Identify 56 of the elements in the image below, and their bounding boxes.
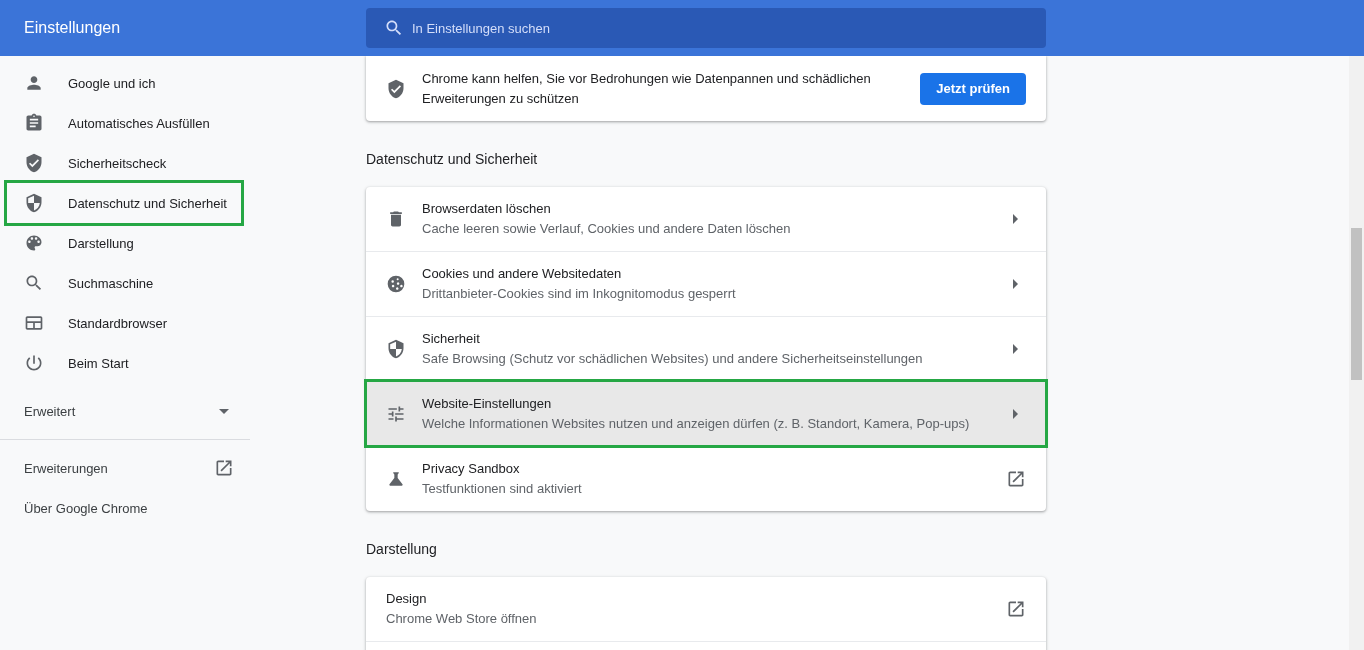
row-title: Sicherheit bbox=[422, 330, 481, 348]
settings-row[interactable]: Cookies und andere Websitedaten Drittanbieter-Cookies sind im Inkognitomodus gesperrt bbox=[366, 251, 1046, 316]
chevron-right-icon bbox=[1013, 214, 1018, 224]
sidebar-item[interactable]: Google und ich bbox=[7, 63, 241, 103]
safety-check-text: Chrome kann helfen, Sie vor Bedrohungen wie Datenpannen und schädlichen Erweiterungen zu schützen bbox=[422, 69, 872, 108]
sidebar-link[interactable]: Erweiterungen bbox=[0, 448, 250, 488]
settings-row[interactable]: Website-Einstellungen Welche Informationen Websites nutzen und anzeigen dürfen (z. B. Standort, Kamera, Pop-ups) bbox=[366, 381, 1046, 446]
shield-check-icon bbox=[24, 153, 44, 173]
row-title: Privacy Sandbox bbox=[422, 460, 521, 478]
shield-icon bbox=[386, 339, 406, 359]
page-title: Einstellungen bbox=[23, 19, 122, 37]
section-title: Darstellung bbox=[366, 540, 438, 559]
sidebar-item[interactable]: Datenschutz und Sicherheit bbox=[7, 183, 241, 223]
flask-icon bbox=[386, 469, 406, 489]
external-link-icon bbox=[1006, 599, 1026, 619]
scrollbar[interactable] bbox=[1349, 56, 1364, 650]
cookie-icon bbox=[386, 274, 406, 294]
sidebar-item[interactable]: Suchmaschine bbox=[7, 263, 241, 303]
external-link-icon bbox=[1006, 469, 1026, 489]
settings-row[interactable]: Privacy Sandbox Testfunktionen sind aktiviert bbox=[366, 446, 1046, 511]
row-title: Website-Einstellungen bbox=[422, 395, 553, 413]
palette-icon bbox=[24, 233, 44, 253]
external-link-icon bbox=[214, 458, 234, 478]
row-subtitle: Testfunktionen sind aktiviert bbox=[422, 480, 583, 498]
browser-window-icon bbox=[24, 313, 44, 333]
advanced-toggle[interactable]: Erweitert bbox=[0, 391, 250, 431]
scrollbar-thumb[interactable] bbox=[1351, 228, 1362, 380]
sliders-icon bbox=[386, 404, 406, 424]
row-subtitle: Cache leeren sowie Verlauf, Cookies und andere Daten löschen bbox=[422, 220, 792, 238]
section-title: Datenschutz und Sicherheit bbox=[366, 150, 539, 169]
search-icon bbox=[24, 273, 44, 293]
sidebar-item[interactable]: Automatisches Ausfüllen bbox=[7, 103, 241, 143]
row-subtitle: Safe Browsing (Schutz vor schädlichen Websites) und andere Sicherheitseinstellungen bbox=[422, 350, 924, 368]
settings-row[interactable]: Browserdaten löschen Cache leeren sowie Verlauf, Cookies und andere Daten löschen bbox=[366, 187, 1046, 251]
shield-check-icon bbox=[386, 78, 406, 99]
caret-down-icon bbox=[219, 408, 229, 414]
chevron-right-icon bbox=[1013, 344, 1018, 354]
row-subtitle: Drittanbieter-Cookies sind im Inkognitomodus gesperrt bbox=[422, 285, 737, 303]
clipboard-icon bbox=[24, 113, 44, 133]
shield-icon bbox=[24, 193, 44, 213]
row-title: Design bbox=[386, 590, 428, 608]
row-title: Cookies und andere Websitedaten bbox=[422, 265, 623, 283]
chevron-right-icon bbox=[1013, 279, 1018, 289]
chevron-right-icon bbox=[1013, 409, 1018, 419]
row-subtitle: Welche Informationen Websites nutzen und anzeigen dürfen (z. B. Standort, Kamera, Pop-ups) bbox=[422, 415, 971, 433]
sidebar-item[interactable]: Sicherheitscheck bbox=[7, 143, 241, 183]
sidebar-item[interactable]: Beim Start bbox=[7, 343, 241, 383]
search-field[interactable]: In Einstellungen suchen bbox=[366, 8, 1046, 48]
sidebar-item[interactable]: Standardbrowser bbox=[7, 303, 241, 343]
settings-row[interactable]: Design Chrome Web Store öffnen bbox=[366, 577, 1046, 641]
row-title: Browserdaten löschen bbox=[422, 200, 552, 218]
row-subtitle: Chrome Web Store öffnen bbox=[386, 610, 538, 628]
power-icon bbox=[24, 353, 44, 373]
sidebar-link[interactable]: Über Google Chrome bbox=[0, 488, 250, 528]
sidebar-item[interactable]: Darstellung bbox=[7, 223, 241, 263]
check-now-button[interactable]: Jetzt prüfen bbox=[920, 72, 1026, 105]
